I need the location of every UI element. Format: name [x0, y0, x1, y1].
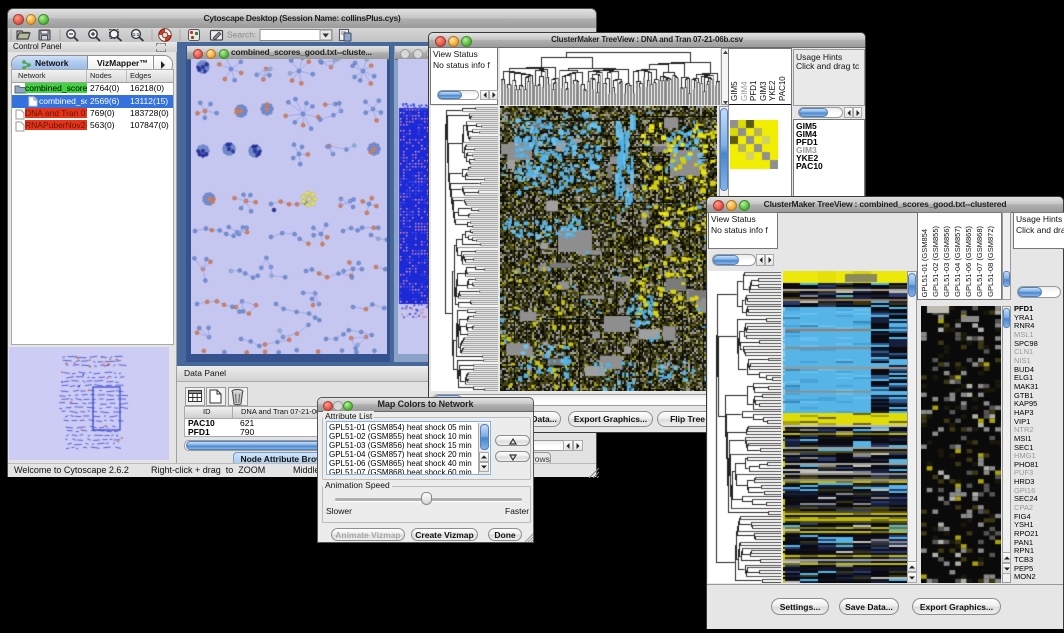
svg-text:Search:: Search: — [227, 30, 256, 40]
svg-text:1:1: 1:1 — [133, 32, 140, 37]
